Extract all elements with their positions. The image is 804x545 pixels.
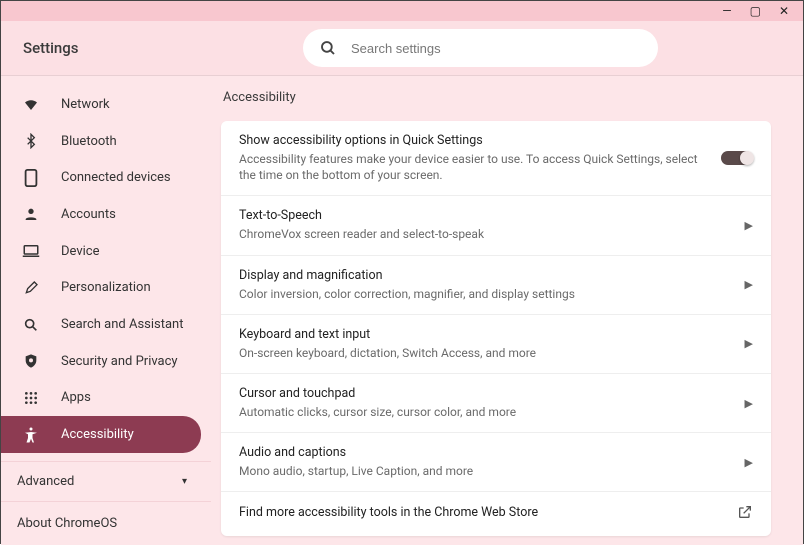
row-quick-settings[interactable]: Show accessibility options in Quick Sett… xyxy=(221,121,771,196)
row-subtitle: Color inversion, color correction, magni… xyxy=(239,286,733,302)
maximize-icon[interactable]: ▢ xyxy=(750,5,761,17)
phone-icon xyxy=(21,169,41,187)
search-icon xyxy=(319,39,337,57)
sidebar-item-apps[interactable]: Apps xyxy=(1,380,201,417)
row-display-magnification[interactable]: Display and magnification Color inversio… xyxy=(221,256,771,315)
sidebar-item-label: Search and Assistant xyxy=(61,317,184,332)
sidebar-item-label: Accessibility xyxy=(61,427,134,442)
sidebar-item-personalization[interactable]: Personalization xyxy=(1,270,201,307)
row-keyboard-text-input[interactable]: Keyboard and text input On-screen keyboa… xyxy=(221,315,771,374)
apps-icon xyxy=(21,390,41,406)
laptop-icon xyxy=(21,244,41,258)
search-box[interactable] xyxy=(303,29,658,67)
sidebar-item-accessibility[interactable]: Accessibility xyxy=(1,416,201,453)
bluetooth-icon xyxy=(21,133,41,149)
external-link-icon xyxy=(737,504,753,524)
row-audio-captions[interactable]: Audio and captions Mono audio, startup, … xyxy=(221,433,771,492)
app-title: Settings xyxy=(23,39,303,57)
row-title: Keyboard and text input xyxy=(239,327,733,342)
sidebar-item-search-assistant[interactable]: Search and Assistant xyxy=(1,306,201,343)
sidebar-item-connected-devices[interactable]: Connected devices xyxy=(1,159,201,196)
wifi-icon xyxy=(21,95,41,113)
search-icon xyxy=(21,317,41,333)
sidebar-item-label: Bluetooth xyxy=(61,134,117,149)
row-title: Find more accessibility tools in the Chr… xyxy=(239,505,737,520)
row-title: Display and magnification xyxy=(239,268,733,283)
sidebar-item-security-privacy[interactable]: Security and Privacy xyxy=(1,343,201,380)
sidebar-item-network[interactable]: Network xyxy=(1,86,201,123)
row-title: Show accessibility options in Quick Sett… xyxy=(239,133,709,148)
chevron-down-icon: ▾ xyxy=(182,476,187,487)
main-content: Accessibility Show accessibility options… xyxy=(211,76,803,545)
quick-settings-toggle[interactable] xyxy=(721,151,753,165)
chevron-right-icon: ▶ xyxy=(745,337,753,350)
minimize-icon[interactable]: — xyxy=(722,5,731,17)
chevron-right-icon: ▶ xyxy=(745,397,753,410)
sidebar-item-label: Accounts xyxy=(61,207,116,222)
sidebar-item-label: Device xyxy=(61,244,100,259)
sidebar: Network Bluetooth Connected devices Acco… xyxy=(1,76,211,545)
chevron-right-icon: ▶ xyxy=(745,456,753,469)
sidebar-about[interactable]: About ChromeOS xyxy=(1,501,211,545)
accessibility-icon xyxy=(21,426,41,444)
row-cursor-touchpad[interactable]: Cursor and touchpad Automatic clicks, cu… xyxy=(221,374,771,433)
row-title: Audio and captions xyxy=(239,445,733,460)
close-icon[interactable]: ✕ xyxy=(779,5,789,17)
row-subtitle: On-screen keyboard, dictation, Switch Ac… xyxy=(239,345,733,361)
sidebar-item-label: Apps xyxy=(61,390,91,405)
chevron-right-icon: ▶ xyxy=(745,219,753,232)
person-icon xyxy=(21,206,41,222)
row-subtitle: Accessibility features make your device … xyxy=(239,151,709,183)
row-title: Text-to-Speech xyxy=(239,208,733,223)
sidebar-item-device[interactable]: Device xyxy=(1,233,201,270)
row-subtitle: ChromeVox screen reader and select-to-sp… xyxy=(239,226,733,242)
window-titlebar: — ▢ ✕ xyxy=(1,1,803,21)
chevron-right-icon: ▶ xyxy=(745,278,753,291)
brush-icon xyxy=(21,280,41,296)
sidebar-advanced[interactable]: Advanced ▾ xyxy=(1,461,211,501)
sidebar-about-label: About ChromeOS xyxy=(17,516,117,531)
app-header: Settings xyxy=(1,21,803,76)
row-webstore-link[interactable]: Find more accessibility tools in the Chr… xyxy=(221,492,771,536)
sidebar-advanced-label: Advanced xyxy=(17,474,74,489)
search-input[interactable] xyxy=(351,41,631,56)
row-subtitle: Mono audio, startup, Live Caption, and m… xyxy=(239,463,733,479)
sidebar-item-label: Network xyxy=(61,97,110,112)
row-subtitle: Automatic clicks, cursor size, cursor co… xyxy=(239,404,733,420)
sidebar-item-bluetooth[interactable]: Bluetooth xyxy=(1,123,201,160)
row-title: Cursor and touchpad xyxy=(239,386,733,401)
page-title: Accessibility xyxy=(223,90,771,105)
sidebar-item-label: Security and Privacy xyxy=(61,354,178,369)
sidebar-item-label: Personalization xyxy=(61,280,151,295)
sidebar-item-label: Connected devices xyxy=(61,170,171,185)
row-text-to-speech[interactable]: Text-to-Speech ChromeVox screen reader a… xyxy=(221,196,771,255)
shield-icon xyxy=(21,352,41,370)
sidebar-item-accounts[interactable]: Accounts xyxy=(1,196,201,233)
settings-card: Show accessibility options in Quick Sett… xyxy=(221,121,771,536)
